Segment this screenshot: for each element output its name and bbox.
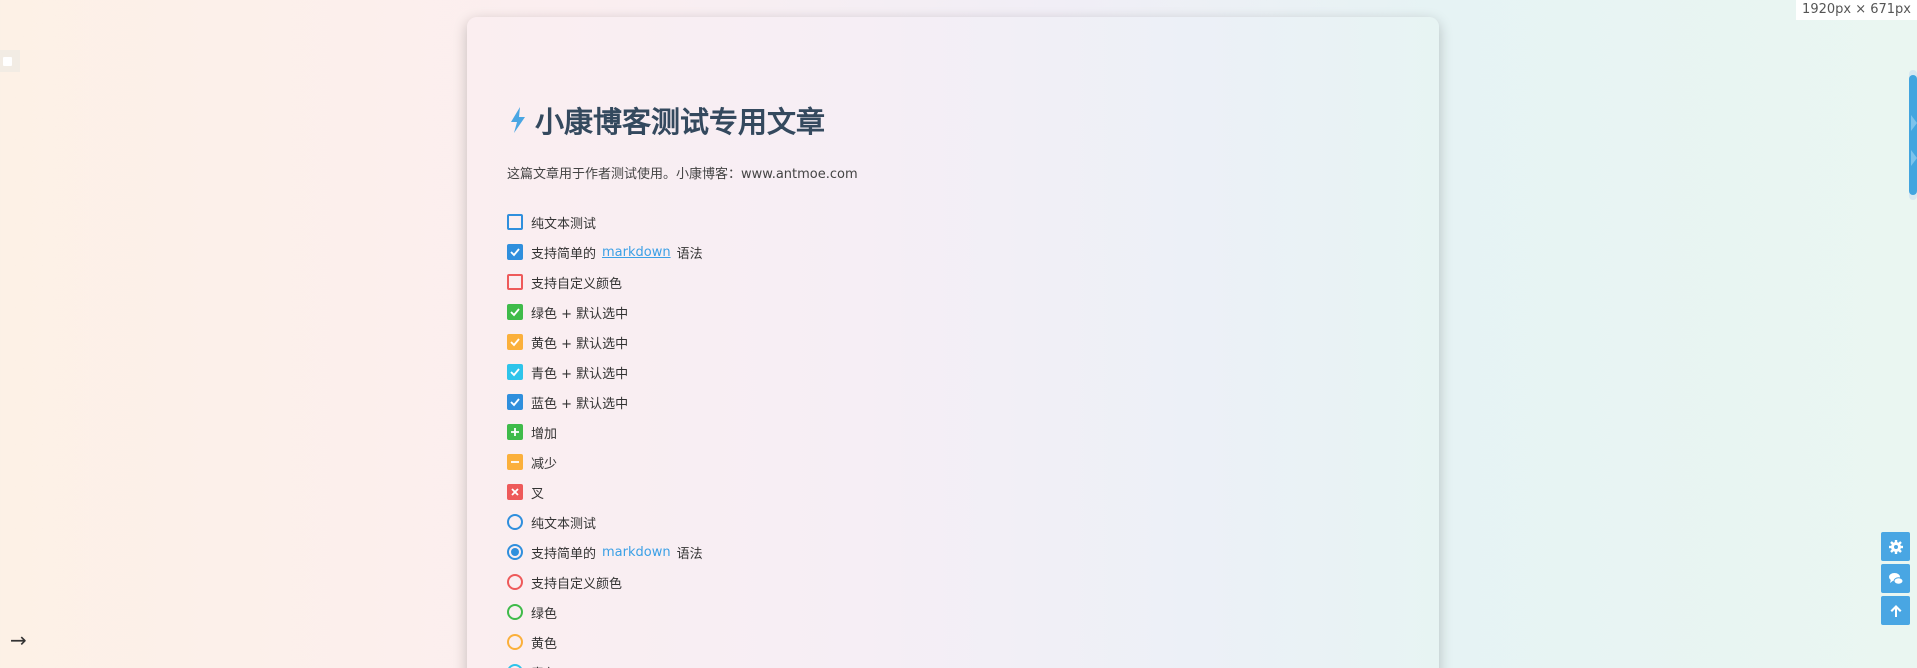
item-label: 支持自定义颜色 bbox=[531, 276, 623, 292]
radio-item: 支持自定义颜色 bbox=[507, 567, 703, 597]
checkbox-checked-icon[interactable] bbox=[507, 364, 523, 380]
left-toggle-icon[interactable] bbox=[0, 50, 20, 72]
item-label: 叉 bbox=[531, 486, 545, 502]
post-card: 小康博客测试专用文章 这篇文章用于作者测试使用。小康博客：www.antmoe.… bbox=[467, 17, 1439, 668]
dimension-badge: 1920px × 671px bbox=[1796, 0, 1917, 20]
scroll-marker bbox=[1911, 115, 1917, 131]
item-label: 绿色 + 默认选中 bbox=[531, 306, 629, 322]
item-label: 减少 bbox=[531, 456, 558, 472]
post-title: 小康博客测试专用文章 bbox=[507, 99, 825, 141]
item-label: 支持简单的 bbox=[531, 546, 597, 562]
minus-icon[interactable] bbox=[507, 454, 523, 470]
radio-item: 支持简单的 markdown 语法 bbox=[507, 537, 703, 567]
item-label: 纯文本测试 bbox=[531, 516, 597, 532]
radio-item: 青色 bbox=[507, 657, 703, 668]
item-label-suffix: 语法 bbox=[676, 246, 703, 262]
radio-empty-icon[interactable] bbox=[507, 514, 523, 530]
checkbox-checked-icon[interactable] bbox=[507, 304, 523, 320]
side-button-group bbox=[1881, 532, 1910, 625]
radio-item: 纯文本测试 bbox=[507, 507, 703, 537]
times-icon[interactable] bbox=[507, 484, 523, 500]
checkbox-checked-icon[interactable] bbox=[507, 394, 523, 410]
checkbox-item: 青色 + 默认选中 bbox=[507, 357, 703, 387]
item-label: 纯文本测试 bbox=[531, 216, 597, 232]
back-to-top-button[interactable] bbox=[1881, 596, 1910, 625]
comments-button[interactable] bbox=[1881, 564, 1910, 593]
chat-icon bbox=[1888, 572, 1903, 585]
checkbox-checked-icon[interactable] bbox=[507, 334, 523, 350]
gear-icon bbox=[1888, 539, 1903, 554]
checkbox-item: 纯文本测试 bbox=[507, 207, 703, 237]
checkbox-item: 减少 bbox=[507, 447, 703, 477]
checkbox-item: 绿色 + 默认选中 bbox=[507, 297, 703, 327]
item-label: 绿色 bbox=[531, 606, 558, 622]
radio-checked-icon[interactable] bbox=[507, 544, 523, 560]
item-label: 支持自定义颜色 bbox=[531, 576, 623, 592]
item-label: 增加 bbox=[531, 426, 558, 442]
scroll-marker bbox=[1911, 150, 1917, 166]
item-label: 黄色 bbox=[531, 636, 558, 652]
post-description: 这篇文章用于作者测试使用。小康博客：www.antmoe.com bbox=[507, 167, 858, 182]
checkbox-item: 黄色 + 默认选中 bbox=[507, 327, 703, 357]
checkbox-empty-icon[interactable] bbox=[507, 214, 523, 230]
item-label: 黄色 + 默认选中 bbox=[531, 336, 629, 352]
radio-item: 黄色 bbox=[507, 627, 703, 657]
checkbox-item: 支持简单的 markdown 语法 bbox=[507, 237, 703, 267]
scrollbar-thumb[interactable] bbox=[1909, 75, 1917, 195]
item-label: 青色 + 默认选中 bbox=[531, 366, 629, 382]
checkbox-item: 增加 bbox=[507, 417, 703, 447]
checklist: 纯文本测试 支持简单的 markdown 语法 支持自定义颜色 绿色 + 默认选中 黄色 +… bbox=[507, 207, 703, 668]
arrow-up-icon bbox=[1890, 604, 1901, 617]
item-label: 青色 bbox=[531, 663, 557, 668]
arrow-right-icon[interactable]: → bbox=[10, 628, 27, 652]
radio-empty-icon[interactable] bbox=[507, 664, 523, 668]
radio-item: 绿色 bbox=[507, 597, 703, 627]
settings-button[interactable] bbox=[1881, 532, 1910, 561]
checkbox-empty-icon[interactable] bbox=[507, 274, 523, 290]
post-title-text: 小康博客测试专用文章 bbox=[535, 105, 826, 139]
item-label-suffix: 语法 bbox=[676, 546, 703, 562]
item-label: 蓝色 + 默认选中 bbox=[531, 396, 629, 412]
markdown-link[interactable]: markdown bbox=[602, 545, 671, 560]
item-label: 支持简单的 bbox=[531, 246, 597, 262]
markdown-link[interactable]: markdown bbox=[602, 245, 671, 260]
checkbox-checked-icon[interactable] bbox=[507, 244, 523, 260]
bolt-icon bbox=[511, 107, 525, 133]
plus-icon[interactable] bbox=[507, 424, 523, 440]
checkbox-item: 支持自定义颜色 bbox=[507, 267, 703, 297]
radio-empty-icon[interactable] bbox=[507, 604, 523, 620]
checkbox-item: 蓝色 + 默认选中 bbox=[507, 387, 703, 417]
radio-empty-icon[interactable] bbox=[507, 574, 523, 590]
checkbox-item: 叉 bbox=[507, 477, 703, 507]
radio-empty-icon[interactable] bbox=[507, 634, 523, 650]
